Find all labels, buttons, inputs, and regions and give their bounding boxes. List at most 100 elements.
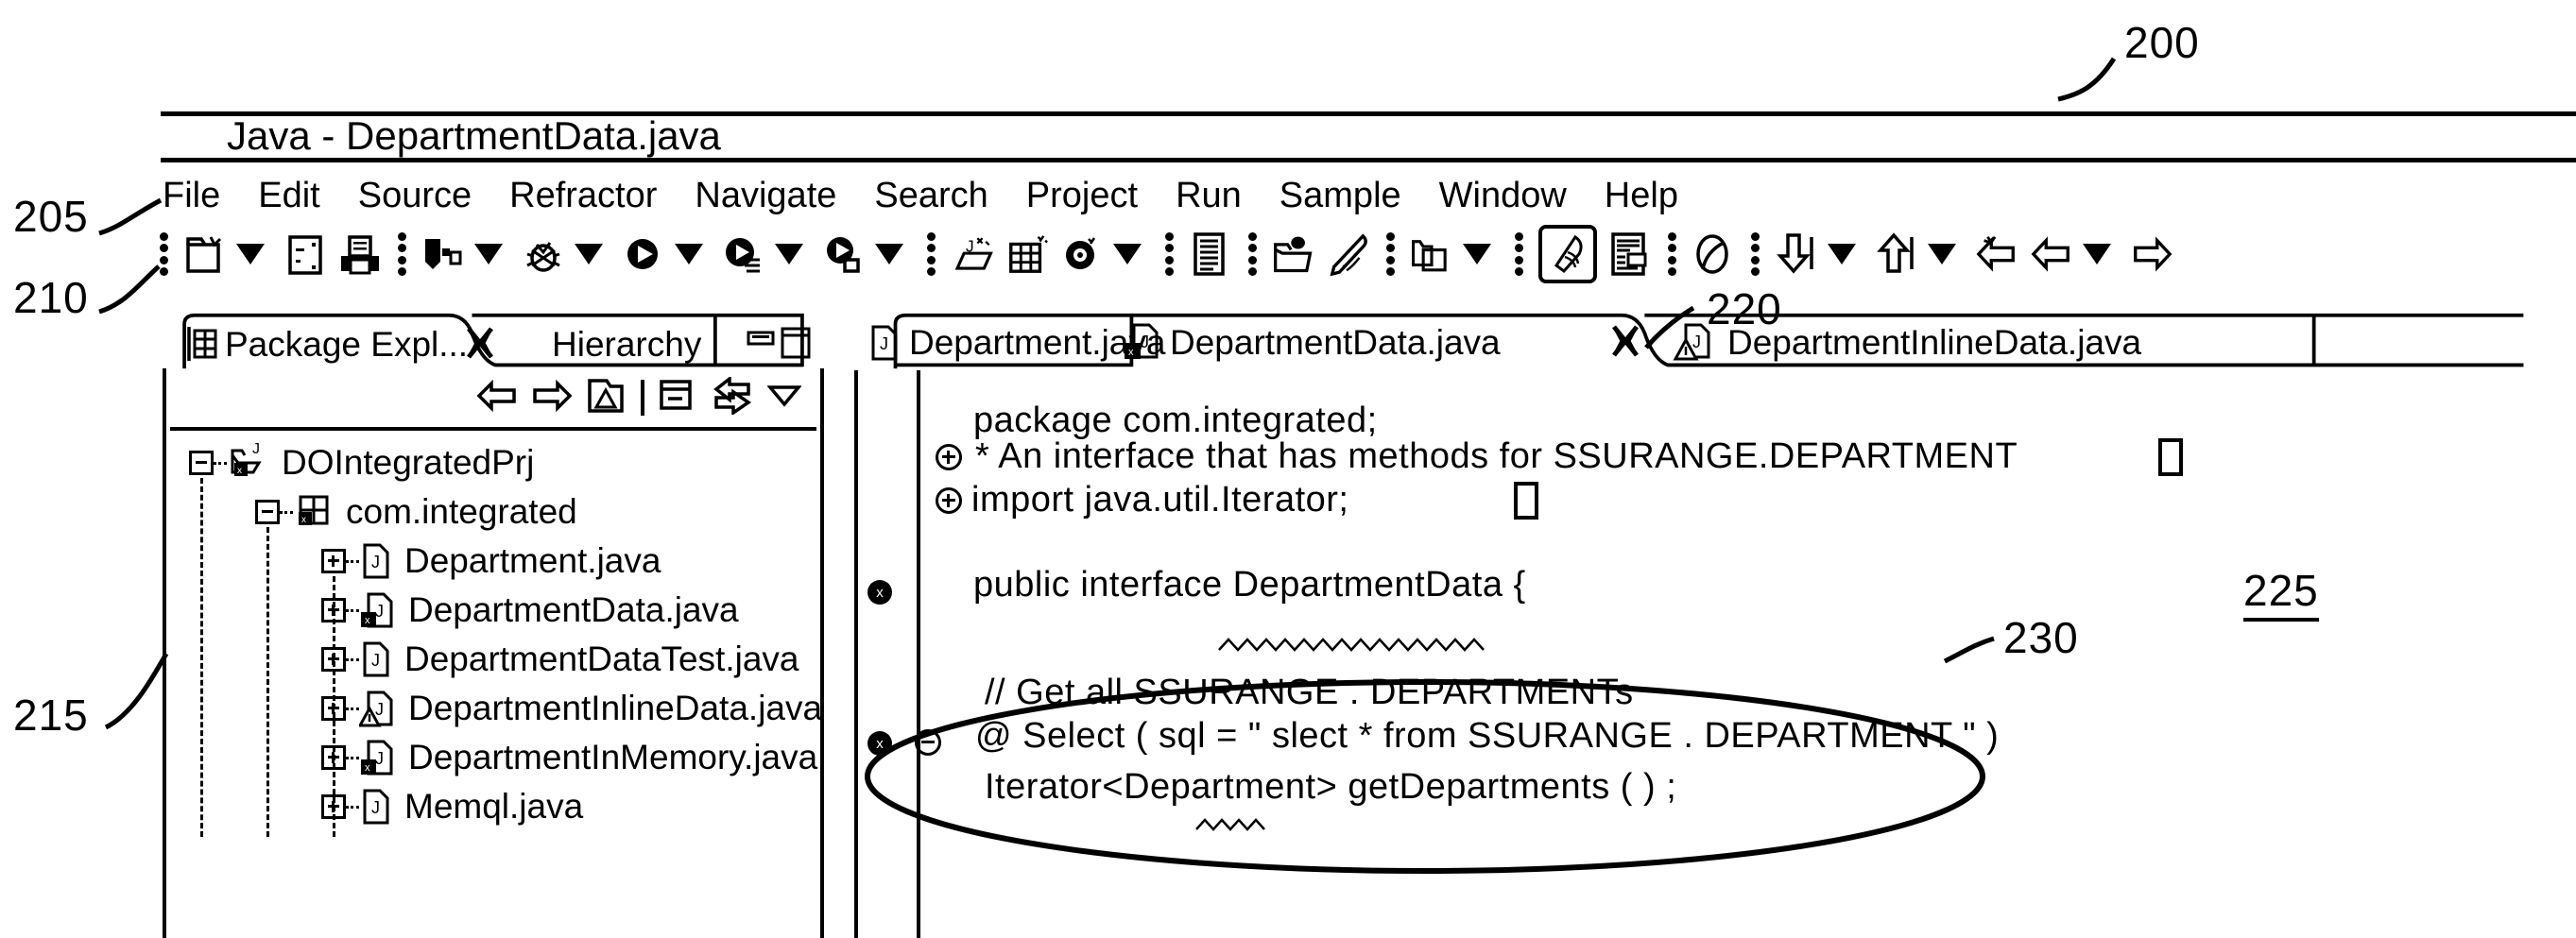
error-marker-icon[interactable]: x — [867, 731, 892, 756]
expander-plus-icon[interactable] — [321, 745, 346, 770]
tree-item-package[interactable]: x com.integrated — [163, 487, 824, 537]
link-with-editor-icon[interactable] — [711, 374, 754, 419]
tree-item-file[interactable]: J DepartmentInlineData.java — [163, 684, 824, 733]
save-icon[interactable] — [283, 232, 327, 276]
prev-annotation-up-icon[interactable] — [1875, 232, 1918, 276]
home-collapse-icon[interactable] — [586, 377, 627, 419]
document-list-icon[interactable] — [1608, 232, 1652, 276]
tab-departmentinlinedata-java[interactable]: DepartmentInlineData.java — [1727, 323, 2141, 363]
chevron-down-icon[interactable] — [2083, 244, 2111, 264]
back-icon[interactable] — [2030, 232, 2073, 276]
expander-minus-icon[interactable] — [189, 451, 214, 475]
ref-210: 210 — [13, 273, 89, 322]
chevron-down-icon[interactable] — [236, 244, 265, 264]
open-resource-icon[interactable] — [1410, 232, 1453, 276]
run-icon[interactable] — [622, 232, 665, 276]
menu-item-navigate[interactable]: Navigate — [695, 178, 859, 213]
minimize-icon[interactable] — [747, 331, 775, 350]
toolbar-grip[interactable] — [1385, 232, 1395, 276]
next-annotation-down-icon[interactable] — [1775, 232, 1818, 276]
code-line-import[interactable]: import java.util.Iterator; — [971, 480, 1348, 520]
editor-gutter-divider — [917, 370, 920, 938]
menu-item-run[interactable]: Run — [1176, 178, 1264, 213]
toolbar-grip[interactable] — [397, 232, 406, 276]
chevron-down-icon[interactable] — [675, 244, 703, 264]
menu-item-source[interactable]: Source — [358, 178, 494, 213]
tab-package-explorer[interactable]: Package Expl... — [225, 325, 468, 365]
print-icon[interactable] — [338, 232, 382, 276]
tree-item-file[interactable]: J DepartmentDataTest.java — [163, 635, 824, 684]
debug-bug-icon[interactable] — [522, 232, 565, 276]
search-target-icon[interactable] — [1060, 232, 1104, 276]
maximize-icon[interactable] — [781, 327, 811, 364]
new-wizard-icon[interactable] — [183, 232, 227, 276]
toolbar-grip[interactable] — [1247, 232, 1257, 276]
expander-plus-icon[interactable] — [321, 549, 346, 573]
toolbar-grip[interactable] — [159, 232, 168, 276]
close-icon[interactable] — [463, 325, 497, 366]
menu-item-sample[interactable]: Sample — [1279, 178, 1424, 213]
expander-plus-icon[interactable] — [321, 598, 346, 622]
expander-plus-icon[interactable] — [321, 647, 346, 672]
pie-toggle-icon[interactable] — [1692, 232, 1735, 276]
tab-hierarchy[interactable]: Hierarchy — [552, 325, 701, 365]
menu-item-window[interactable]: Window — [1439, 178, 1589, 213]
code-line-comment[interactable]: * An interface that has methods for SSUR… — [975, 436, 2018, 477]
run-external-tools-icon[interactable] — [722, 232, 765, 276]
pen-annotate-icon[interactable] — [1327, 232, 1370, 277]
close-icon[interactable] — [1608, 323, 1642, 364]
expander-minus-icon[interactable] — [255, 500, 280, 524]
tree-item-file[interactable]: J x DepartmentData.java — [163, 586, 824, 635]
menu-item-help[interactable]: Help — [1605, 178, 1701, 213]
forward-arrow-icon[interactable] — [531, 379, 573, 417]
back-new-icon[interactable] — [1975, 232, 2018, 276]
code-line-select-annotation[interactable]: @ Select ( sql = " slect * from SSURANGE… — [975, 716, 1999, 757]
fold-minus-icon[interactable] — [915, 729, 941, 756]
toolbar-grip[interactable] — [1750, 232, 1760, 276]
chevron-down-icon[interactable] — [1113, 244, 1142, 264]
open-folder-icon[interactable] — [1272, 232, 1315, 276]
patent-figure-page: 200 205 210 215 220 225 230 Java - Depar… — [0, 0, 2576, 938]
document-list-icon[interactable] — [1189, 232, 1232, 276]
toolbar-grip[interactable] — [1164, 232, 1174, 276]
fold-plus-icon[interactable] — [936, 487, 962, 514]
chevron-down-icon[interactable] — [575, 244, 603, 264]
toolbar-grip[interactable] — [1514, 232, 1523, 276]
tree-item-label: DepartmentInMemory.java — [408, 738, 818, 776]
profile-icon[interactable] — [822, 232, 866, 276]
chevron-down-icon[interactable] — [474, 244, 503, 264]
toolbar-grip[interactable] — [1667, 232, 1676, 276]
menu-item-edit[interactable]: Edit — [258, 178, 342, 213]
build-icon[interactable] — [421, 232, 465, 276]
tree-item-file[interactable]: J x DepartmentInMemory.java — [163, 733, 824, 782]
menu-item-file[interactable]: File — [163, 178, 243, 213]
tree-item-project[interactable]: J x DOIntegratedPrj — [163, 438, 824, 487]
back-arrow-icon[interactable] — [476, 379, 518, 417]
new-java-class-icon[interactable]: J — [951, 232, 994, 276]
code-line-interface-decl[interactable]: public interface DepartmentData { — [973, 565, 1526, 605]
menu-item-refractor[interactable]: Refractor — [509, 178, 679, 213]
code-line-package[interactable]: package com.integrated; — [973, 401, 1378, 441]
forward-icon[interactable] — [2130, 232, 2173, 276]
error-marker-icon[interactable]: x — [867, 580, 892, 605]
new-java-package-icon[interactable] — [1005, 232, 1049, 276]
tree-item-file[interactable]: J Memql.java — [163, 782, 824, 831]
tab-departmentdata-java[interactable]: DepartmentData.java — [1170, 323, 1501, 363]
code-line-method-signature[interactable]: Iterator<Department> getDepartments ( ) … — [985, 767, 1676, 808]
view-menu-icon[interactable] — [766, 384, 802, 413]
code-line-sql-comment[interactable]: // Get all SSURANGE . DEPARTMENTs — [985, 673, 1634, 713]
expander-plus-icon[interactable] — [321, 696, 346, 721]
highlighter-icon[interactable] — [1538, 225, 1597, 283]
expander-plus-icon[interactable] — [321, 794, 346, 819]
collapse-all-icon[interactable] — [658, 378, 697, 418]
chevron-down-icon[interactable] — [1828, 244, 1856, 264]
toolbar-grip[interactable] — [926, 232, 936, 276]
chevron-down-icon[interactable] — [775, 244, 803, 264]
chevron-down-icon[interactable] — [1928, 244, 1956, 264]
tree-item-file[interactable]: J Department.java — [163, 537, 824, 586]
chevron-down-icon[interactable] — [875, 244, 903, 264]
menu-item-search[interactable]: Search — [874, 178, 1010, 213]
menu-item-project[interactable]: Project — [1026, 178, 1160, 213]
fold-plus-icon[interactable] — [936, 444, 962, 470]
chevron-down-icon[interactable] — [1463, 244, 1491, 264]
